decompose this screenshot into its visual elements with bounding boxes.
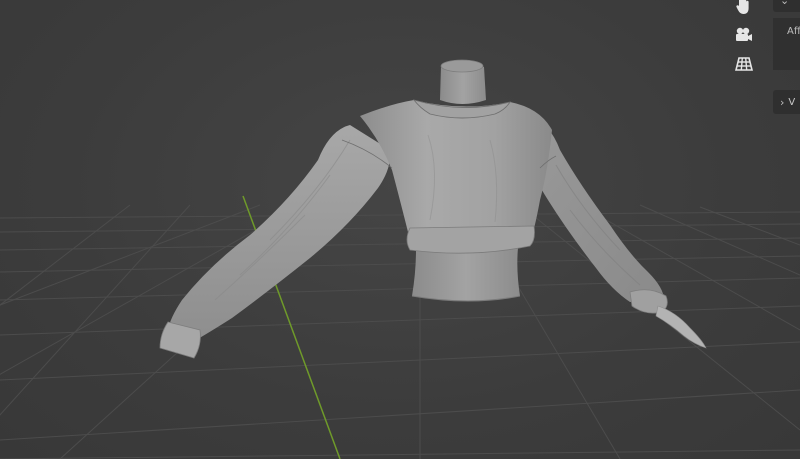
3d-viewport[interactable]: ⌄ Aff › V: [0, 0, 800, 459]
panel-body-top: Aff: [773, 18, 800, 70]
sidebar-panel: ⌄ Aff › V: [773, 0, 800, 459]
sleeve-left: [168, 125, 391, 340]
torso-waist: [412, 248, 520, 301]
panel-header-bottom[interactable]: › V: [773, 90, 800, 114]
panel-header-label: V: [788, 96, 796, 108]
scene-canvas: [0, 59, 800, 459]
panel-header-top[interactable]: ⌄: [773, 0, 800, 12]
sweater-body: [360, 100, 552, 240]
grid-perspective-icon[interactable]: [729, 50, 759, 78]
panel-body-text: Aff: [787, 26, 800, 37]
hand-right: [655, 305, 707, 349]
camera-icon[interactable]: [729, 21, 759, 49]
chevron-right-icon: ›: [780, 95, 785, 109]
chevron-down-icon: ⌄: [780, 0, 790, 7]
